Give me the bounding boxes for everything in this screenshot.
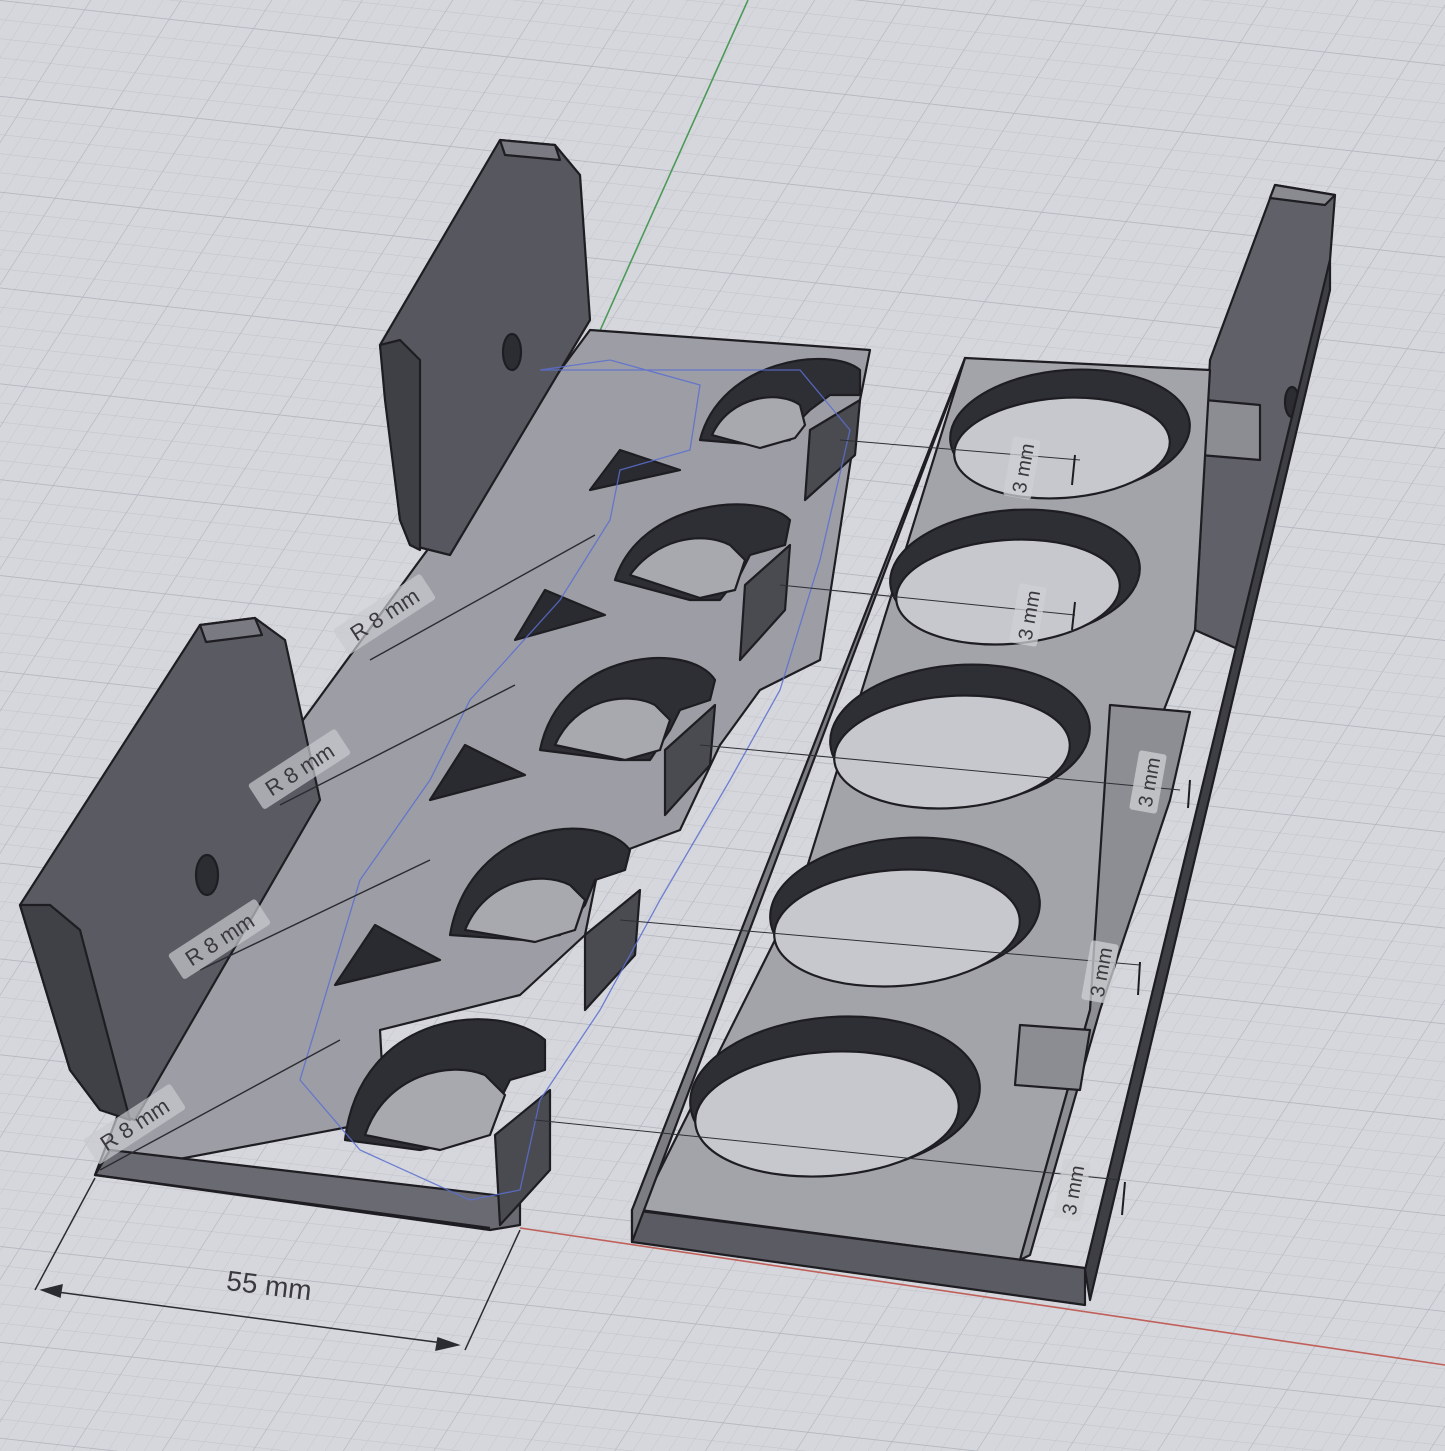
cad-viewport[interactable]: R 8 mm R 8 mm R 8 mm R 8 mm 55 mm 3 mm 3… [0,0,1445,1451]
right-back-tab [1198,398,1262,462]
left-front-mount-hole [194,853,220,897]
right-lower-tab [1013,1023,1092,1092]
left-back-mount-hole [501,332,523,372]
3d-scene[interactable]: R 8 mm R 8 mm R 8 mm R 8 mm 55 mm 3 mm 3… [0,0,1445,1451]
